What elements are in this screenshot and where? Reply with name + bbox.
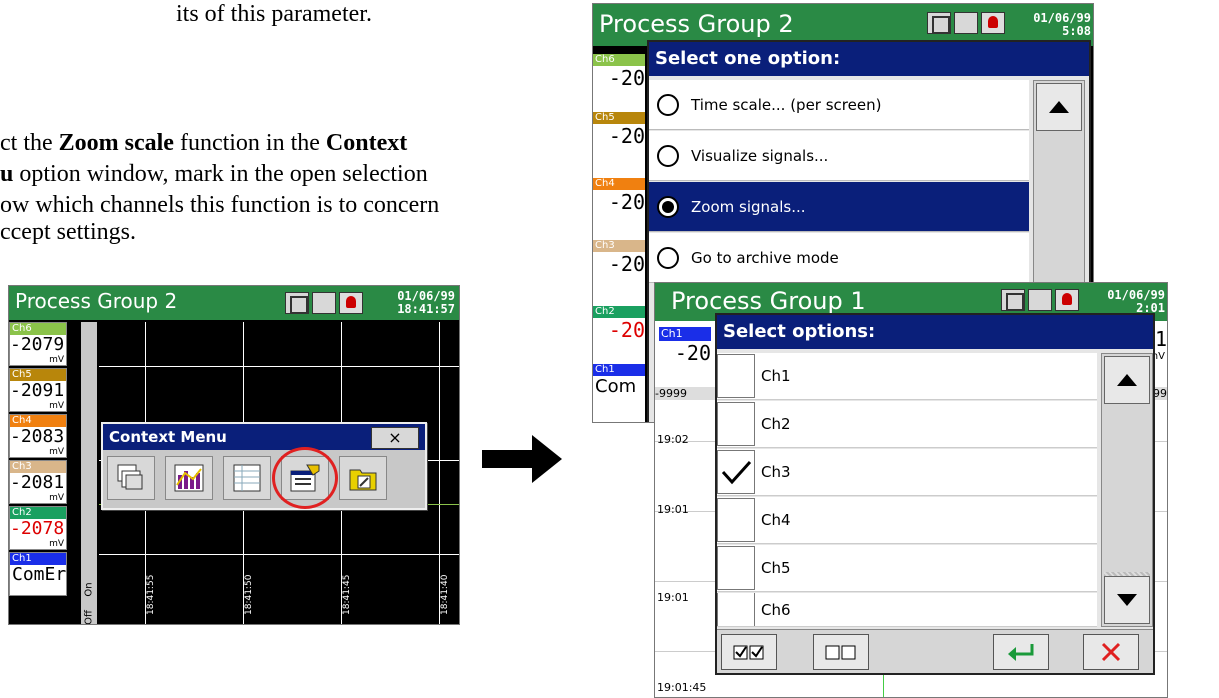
ch1-value: -20 [659, 341, 711, 365]
highlight-circle [272, 447, 338, 509]
scrollbar[interactable] [1101, 353, 1153, 627]
time-tick: 18:41:55 [146, 574, 156, 615]
checkbox[interactable] [717, 498, 755, 542]
enter-icon [1008, 644, 1034, 661]
alarm-bell-icon[interactable] [339, 292, 363, 314]
channel-ch1[interactable]: Ch1 ComEr [9, 552, 67, 596]
option-archive-mode[interactable]: Go to archive mode [649, 233, 1029, 283]
channel-ch6[interactable]: Ch6 -2079 mV [9, 322, 67, 366]
date-time: 01/06/99 5:08 [1033, 11, 1091, 38]
close-x-icon [1101, 642, 1121, 662]
checkbox[interactable] [717, 402, 755, 446]
close-button[interactable]: × [371, 427, 419, 449]
doc-line-1: its of this parameter. [176, 1, 372, 27]
title-bar: Process Group 2 01/06/99 18:41:57 [9, 286, 459, 320]
scroll-down-button[interactable] [1104, 576, 1150, 624]
option-ch3[interactable]: Ch3 [717, 449, 1097, 496]
disk-icon[interactable] [927, 12, 951, 34]
option-ch6[interactable]: Ch6 [717, 593, 1097, 627]
channel-ch2[interactable]: Ch2 -2078 mV [9, 506, 67, 550]
dialog-footer [717, 629, 1153, 673]
checkbox[interactable] [717, 593, 755, 626]
checkmark-icon [721, 460, 752, 485]
radio-icon[interactable] [657, 246, 679, 269]
checkbox[interactable] [717, 546, 755, 590]
off-label: Off [83, 610, 95, 625]
scrollbar[interactable] [1033, 80, 1085, 290]
deselect-all-icon [825, 645, 856, 660]
scroll-up-button[interactable] [1036, 83, 1082, 131]
windows-icon[interactable] [107, 456, 155, 500]
on-label: On [83, 582, 95, 597]
cancel-button[interactable] [1083, 634, 1139, 670]
option-ch5[interactable]: Ch5 [717, 545, 1097, 592]
option-ch4[interactable]: Ch4 [717, 497, 1097, 544]
date-time: 01/06/99 2:01 [1107, 288, 1165, 315]
dialog-title: Select options: [717, 315, 1153, 349]
disk-icon[interactable] [1001, 289, 1025, 311]
device-screen-bottom: Process Group 1 01/06/99 2:01 Ch1 -20 -9… [654, 282, 1168, 698]
doc-line-5: ccept settings. [0, 219, 136, 245]
checkbox-checked[interactable] [717, 450, 755, 494]
dialog-title: Select one option: [649, 42, 1089, 76]
blank-status-icon[interactable] [1028, 289, 1052, 311]
time-tick: 18:41:50 [244, 574, 254, 615]
option-visualize-signals[interactable]: Visualize signals... [649, 131, 1029, 181]
right-arrow-icon [482, 435, 562, 483]
date-time: 01/06/99 18:41:57 [397, 289, 455, 316]
settings-folder-icon[interactable] [339, 456, 387, 500]
on-off-bar[interactable]: On Off [81, 322, 97, 625]
select-options-dialog: Select options: Ch1 Ch2 Ch3 Ch4 Ch5 Ch6 [715, 313, 1155, 675]
channel-strips: Ch6 -20 Ch5 -20 Ch4 -20 Ch3 -20 Ch2 -20 … [593, 54, 645, 422]
option-zoom-signals[interactable]: Zoom signals... [649, 182, 1029, 232]
range-left: -9999 [655, 387, 715, 400]
radio-selected-icon[interactable] [657, 195, 679, 218]
radio-icon[interactable] [657, 93, 679, 116]
window-title: Process Group 1 [671, 287, 866, 315]
time-label: 19:01 [657, 591, 689, 604]
context-menu: Context Menu × [101, 422, 427, 510]
time-tick: 18:41:40 [440, 574, 450, 615]
channel-ch5[interactable]: Ch5 -2091 mV [9, 368, 67, 412]
zoom-scale-icon[interactable] [272, 447, 338, 509]
time-tick: 18:41:45 [342, 574, 352, 615]
alarm-bell-icon[interactable] [981, 12, 1005, 34]
time-label: 19:02 [657, 433, 689, 446]
option-ch1[interactable]: Ch1 [717, 353, 1097, 400]
ch1-tag: Ch1 [659, 327, 711, 341]
device-screen-left: Process Group 2 01/06/99 18:41:57 Ch6 -2… [8, 285, 460, 625]
scroll-up-button[interactable] [1104, 356, 1150, 404]
alarm-bell-icon[interactable] [1055, 289, 1079, 311]
time-label: 19:01:45 [657, 681, 707, 694]
radio-icon[interactable] [657, 144, 679, 167]
blank-status-icon[interactable] [954, 12, 978, 34]
select-all-button[interactable] [721, 634, 777, 670]
accept-button[interactable] [993, 634, 1049, 670]
deselect-all-button[interactable] [813, 634, 869, 670]
time-label: 19:01 [657, 503, 689, 516]
chart-icon[interactable] [165, 456, 213, 500]
disk-icon[interactable] [285, 292, 309, 314]
option-time-scale[interactable]: Time scale... (per screen) [649, 80, 1029, 130]
select-all-icon [733, 645, 764, 660]
option-ch2[interactable]: Ch2 [717, 401, 1097, 448]
checkbox[interactable] [717, 354, 755, 398]
channel-ch3[interactable]: Ch3 -2081 mV [9, 460, 67, 504]
blank-status-icon[interactable] [312, 292, 336, 314]
channel-ch4[interactable]: Ch4 -2083 mV [9, 414, 67, 458]
window-title: Process Group 2 [15, 289, 178, 313]
window-title: Process Group 2 [599, 10, 794, 38]
table-icon[interactable] [223, 456, 271, 500]
